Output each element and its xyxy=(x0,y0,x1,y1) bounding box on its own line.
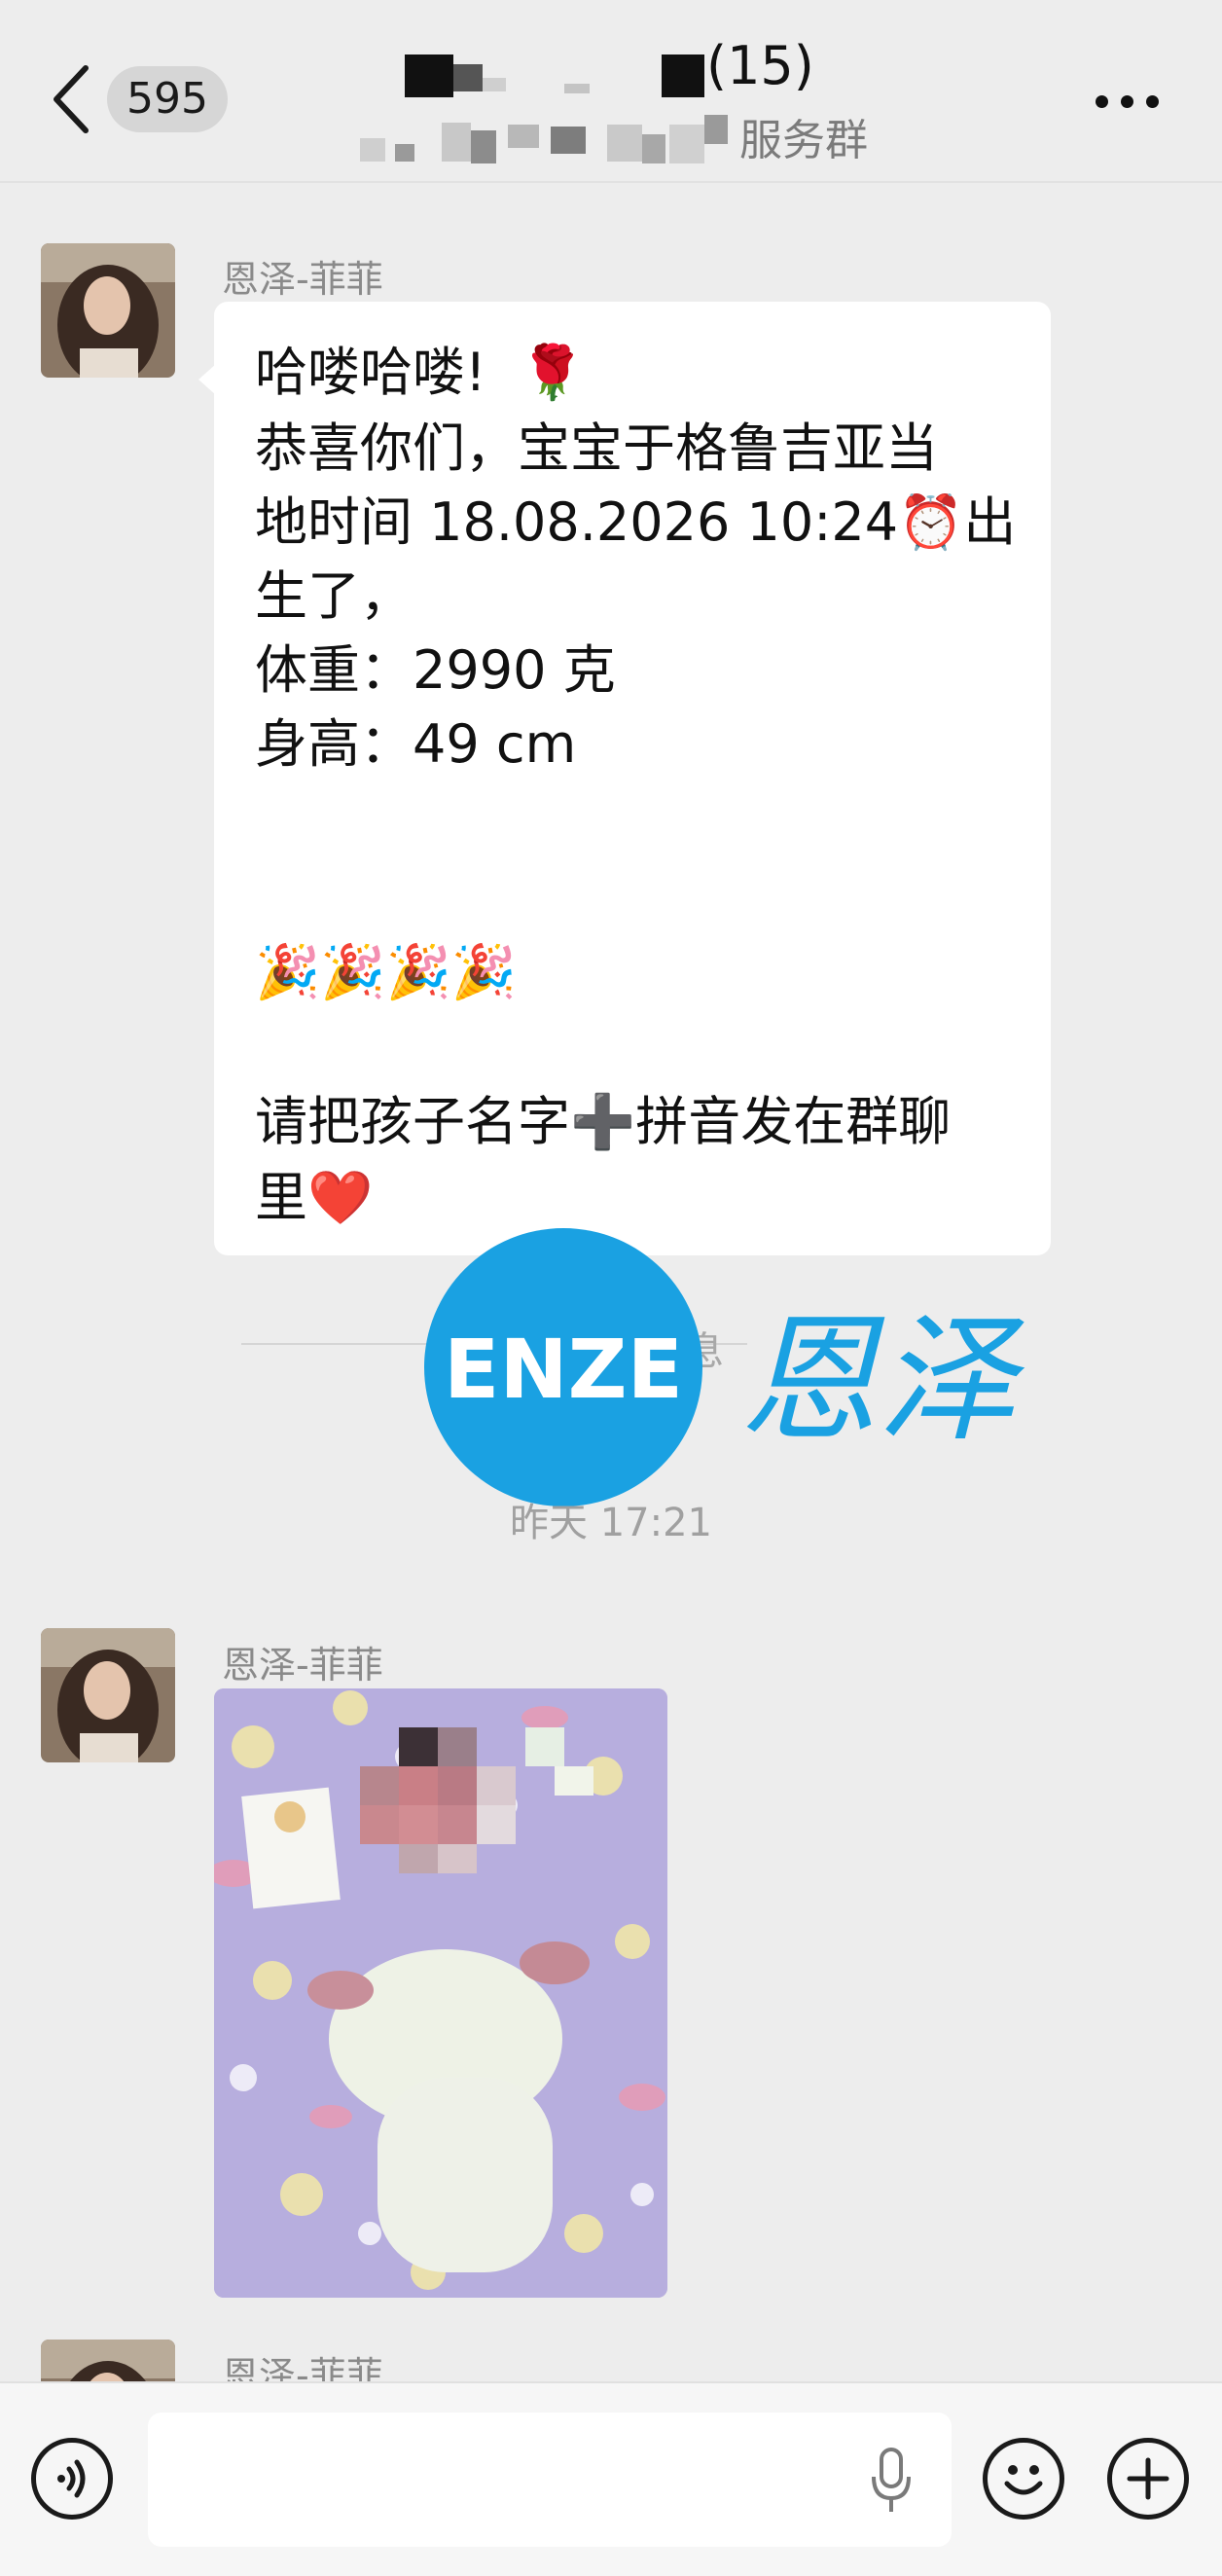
censored-subtitle xyxy=(360,138,385,162)
voice-icon xyxy=(57,2459,86,2498)
unread-count-badge[interactable]: 595 xyxy=(107,66,228,132)
voice-button[interactable] xyxy=(31,2438,113,2520)
chat-header: 595 (15) 服务群 xyxy=(0,0,1222,183)
censored-subtitle xyxy=(442,123,471,162)
censored-group-name xyxy=(564,84,590,93)
message-input[interactable] xyxy=(148,2413,952,2547)
censored-group-name xyxy=(662,54,704,97)
message-line: 请把孩子名字➕拼音发在群聊 xyxy=(255,1091,952,1152)
watermark-brand-text: 恩泽 xyxy=(739,1300,1016,1461)
microphone-icon[interactable] xyxy=(868,2448,915,2516)
censored-subtitle xyxy=(607,125,642,162)
censored-subtitle xyxy=(551,127,586,154)
enze-watermark: ENZE xyxy=(424,1228,702,1506)
censored-subtitle xyxy=(669,125,704,163)
more-dots-icon xyxy=(1121,95,1133,108)
censored-subtitle xyxy=(508,125,539,148)
more-dots-icon xyxy=(1146,95,1159,108)
censored-subtitle xyxy=(395,144,414,162)
input-bar xyxy=(0,2381,1222,2576)
message-line: 🎉🎉🎉🎉 xyxy=(255,941,517,1002)
avatar-image xyxy=(41,243,175,378)
avatar[interactable] xyxy=(41,243,175,378)
censored-subtitle xyxy=(704,115,728,144)
plus-icon xyxy=(1127,2457,1169,2500)
more-button[interactable] xyxy=(1088,82,1166,121)
group-type-label: 服务群 xyxy=(739,116,868,165)
chat-title: (15) 服务群 xyxy=(360,29,944,165)
plus-button[interactable] xyxy=(1107,2438,1189,2520)
watermark-logo-text: ENZE xyxy=(444,1322,683,1417)
avatar[interactable] xyxy=(41,1628,175,1762)
chevron-left-icon xyxy=(54,65,89,133)
censored-group-name xyxy=(483,78,506,91)
message-line: 身高：49 cm xyxy=(255,713,577,775)
photo-message[interactable] xyxy=(214,1688,667,2298)
message-line: 体重：2990 克 xyxy=(255,639,616,701)
censored-subtitle xyxy=(642,134,665,163)
message-line: 里❤️ xyxy=(255,1167,374,1228)
message-line: 恭喜你们，宝宝于格鲁吉亚当 xyxy=(255,417,938,479)
sender-name: 恩泽-菲菲 xyxy=(222,1644,383,1687)
emoji-button[interactable] xyxy=(983,2438,1064,2520)
member-count: (15) xyxy=(706,35,814,96)
baby-photo xyxy=(214,1688,667,2298)
censored-group-name xyxy=(405,54,453,97)
avatar-image xyxy=(41,1628,175,1762)
message-line: 生了， xyxy=(255,565,413,627)
message-timestamp: 昨天 17:21 xyxy=(510,1501,712,1545)
sender-name: 恩泽-菲菲 xyxy=(222,258,383,301)
more-dots-icon xyxy=(1096,95,1108,108)
back-button[interactable] xyxy=(49,62,93,136)
censored-group-name xyxy=(453,64,483,91)
censored-subtitle xyxy=(471,130,496,163)
message-bubble[interactable]: 哈喽哈喽! 🌹 恭喜你们，宝宝于格鲁吉亚当 地时间 18.08.2026 10:… xyxy=(198,302,1051,1255)
message-line: 地时间 18.08.2026 10:24⏰出 xyxy=(255,491,1017,553)
message-line: 哈喽哈喽! 🌹 xyxy=(255,342,586,403)
emoji-icon xyxy=(1004,2465,1043,2495)
